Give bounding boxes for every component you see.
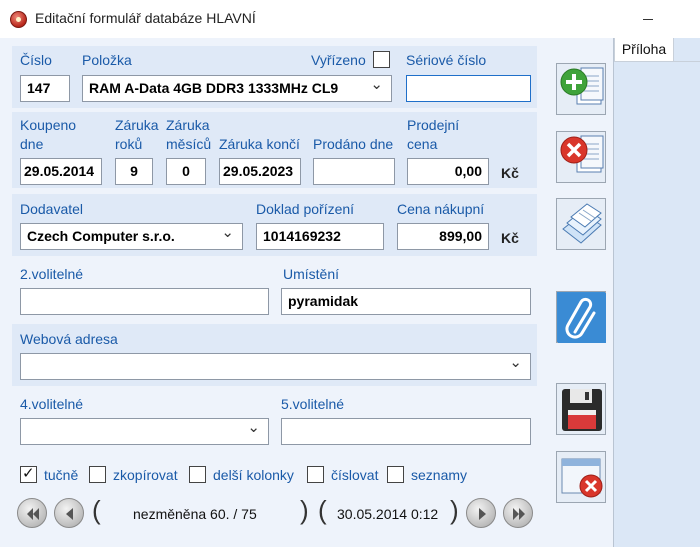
window-title: Editační formulář databáze HLAVNÍ — [35, 10, 256, 26]
zaruka-mesicu-field[interactable]: 0 — [166, 158, 206, 185]
koupeno-label: Koupeno — [20, 117, 77, 133]
volitelne4-select[interactable] — [20, 418, 269, 445]
prodejni-currency: Kč — [501, 165, 519, 181]
close-form-button[interactable] — [556, 451, 606, 503]
vyrizeno-label: Vyřízeno — [311, 52, 366, 68]
title-bar: Editační formulář databáze HLAVNÍ — [0, 0, 700, 38]
volitelne2-field[interactable] — [20, 288, 269, 315]
prodejni-cena-field[interactable]: 0,00 — [407, 158, 489, 185]
first-record-icon — [27, 508, 39, 520]
next-record-icon — [479, 508, 486, 520]
delete-record-icon — [560, 135, 604, 173]
attachment-icon — [558, 293, 606, 343]
koupeno-field[interactable]: 29.05.2014 — [20, 158, 102, 185]
volitelne5-label: 5.volitelné — [281, 396, 345, 412]
tucne-label: tučně — [44, 467, 79, 483]
dodavatel-label: Dodavatel — [20, 201, 84, 217]
cislovat-checkbox[interactable] — [307, 466, 324, 483]
zaruka-roku-label: Záruka — [115, 117, 159, 133]
attachment-button[interactable] — [556, 291, 606, 343]
prodejni-cena-label: Prodejní — [407, 117, 460, 133]
zaruka-konci-label: Záruka končí — [219, 136, 300, 152]
cena-nakupni-label: Cena nákupní — [397, 201, 485, 217]
minimize-button[interactable] — [640, 10, 660, 28]
zaruka-konci-field[interactable]: 29.05.2023 — [219, 158, 301, 185]
zaruka-mesicu-label: Záruka — [166, 117, 210, 133]
record-status: nezměněna 60. / 75 — [133, 506, 257, 522]
webova-adresa-label: Webová adresa — [20, 331, 118, 347]
zkopirovat-label: zkopírovat — [113, 467, 178, 483]
vyrizeno-checkbox[interactable] — [373, 51, 390, 68]
nav-paren-open: ( — [92, 495, 101, 525]
prodano-field[interactable] — [313, 158, 395, 185]
umisteni-field[interactable]: pyramidak — [281, 288, 531, 315]
webova-adresa-select[interactable] — [20, 353, 531, 380]
seznamy-checkbox[interactable] — [387, 466, 404, 483]
zaruka-roku-field[interactable]: 9 — [115, 158, 153, 185]
volitelne5-field[interactable] — [281, 418, 531, 445]
previous-record-icon — [66, 508, 73, 520]
dodavatel-select[interactable]: Czech Computer s.r.o. — [20, 223, 243, 250]
nav-paren-close-2: ) — [450, 495, 459, 525]
zkopirovat-checkbox[interactable] — [89, 466, 106, 483]
doklad-label: Doklad pořízení — [256, 201, 355, 217]
nav-paren-close: ) — [300, 495, 309, 525]
zaruka-mesicu-label-2: měsíců — [166, 136, 212, 152]
doklad-field[interactable]: 1014169232 — [256, 223, 384, 250]
delete-record-button[interactable] — [556, 131, 606, 183]
nav-paren-open-2: ( — [318, 495, 327, 525]
first-record-button[interactable] — [17, 498, 47, 528]
cena-nakupni-field[interactable]: 899,00 — [397, 223, 489, 250]
previous-record-button[interactable] — [54, 498, 84, 528]
delsi-kolonky-checkbox[interactable] — [189, 466, 206, 483]
copy-records-button[interactable] — [556, 198, 606, 250]
tab-priloha[interactable]: Příloha — [614, 38, 674, 62]
seriove-cislo-label: Sériové číslo — [406, 52, 487, 68]
volitelne2-label: 2.volitelné — [20, 266, 84, 282]
polozka-label: Položka — [82, 52, 132, 68]
umisteni-label: Umístění — [283, 266, 340, 282]
polozka-select[interactable]: RAM A-Data 4GB DDR3 1333MHz CL9 — [82, 75, 392, 102]
save-icon — [562, 389, 602, 431]
last-record-icon — [513, 508, 525, 520]
seriove-cislo-field[interactable] — [406, 75, 531, 102]
volitelne4-label: 4.volitelné — [20, 396, 84, 412]
delsi-kolonky-label: delší kolonky — [213, 467, 294, 483]
copy-records-icon — [562, 203, 602, 244]
add-record-button[interactable] — [556, 63, 606, 115]
tab-divider — [674, 61, 700, 62]
last-record-button[interactable] — [503, 498, 533, 528]
tucne-checkbox[interactable] — [20, 464, 37, 483]
cena-nakupni-currency: Kč — [501, 230, 519, 246]
add-record-icon — [560, 67, 604, 105]
close-window-icon — [561, 458, 603, 498]
attachment-panel: Příloha — [613, 38, 700, 547]
zaruka-roku-label-2: roků — [115, 136, 143, 152]
next-record-button[interactable] — [466, 498, 496, 528]
record-timestamp: 30.05.2014 0:12 — [337, 506, 439, 522]
save-button[interactable] — [556, 383, 606, 435]
cislo-label: Číslo — [20, 52, 52, 68]
koupeno-label-2: dne — [20, 136, 44, 152]
prodano-label: Prodáno dne — [313, 136, 394, 152]
prodejni-cena-label-2: cena — [407, 136, 438, 152]
cislovat-label: číslovat — [331, 467, 379, 483]
seznamy-label: seznamy — [411, 467, 468, 483]
app-icon — [10, 11, 27, 28]
cislo-field[interactable]: 147 — [20, 75, 70, 102]
